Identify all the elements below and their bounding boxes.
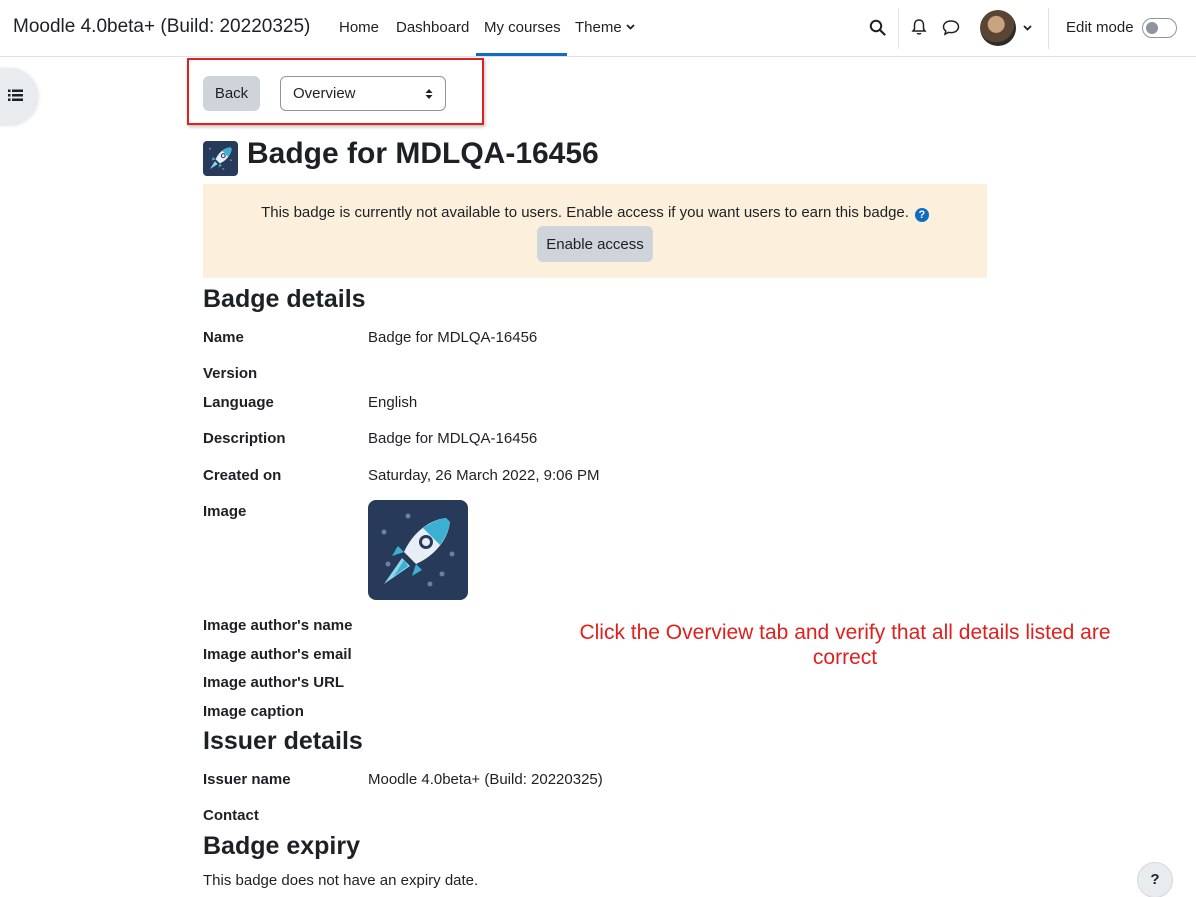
- detail-value-created-on: Saturday, 26 March 2022, 9:06 PM: [368, 467, 600, 484]
- nav-home[interactable]: Home: [339, 19, 379, 36]
- detail-label-image-author-name: Image author's name: [203, 617, 353, 634]
- toggle-knob: [1146, 22, 1158, 34]
- alert-message: This badge is currently not available to…: [203, 204, 987, 222]
- nav-dashboard[interactable]: Dashboard: [396, 19, 469, 36]
- back-button[interactable]: Back: [203, 76, 260, 111]
- nav-divider: [1048, 8, 1049, 49]
- nav-active-indicator: [476, 53, 567, 56]
- detail-label-image: Image: [203, 503, 247, 520]
- edit-mode-label: Edit mode: [1066, 19, 1134, 36]
- detail-label-name: Name: [203, 329, 244, 346]
- detail-value-language: English: [368, 394, 418, 411]
- issuer-label-name: Issuer name: [203, 771, 291, 788]
- detail-label-image-caption: Image caption: [203, 703, 304, 720]
- badge-expiry-heading: Badge expiry: [203, 832, 361, 860]
- badge-details-heading: Badge details: [203, 285, 366, 313]
- nav-theme[interactable]: Theme: [575, 19, 635, 36]
- view-select[interactable]: Overview: [280, 76, 446, 111]
- bell-icon[interactable]: [911, 18, 927, 36]
- detail-label-language: Language: [203, 394, 274, 411]
- avatar[interactable]: [980, 10, 1016, 46]
- sort-arrows-icon: [425, 89, 433, 99]
- detail-value-name: Badge for MDLQA-16456: [368, 329, 538, 346]
- badge-thumbnail: [203, 141, 238, 176]
- chat-icon[interactable]: [942, 19, 960, 36]
- page-help-button[interactable]: ?: [1137, 862, 1173, 897]
- course-index-toggle[interactable]: [0, 68, 38, 124]
- issuer-details-heading: Issuer details: [203, 727, 363, 755]
- enable-access-button[interactable]: Enable access: [537, 226, 653, 262]
- help-icon[interactable]: ?: [914, 208, 929, 222]
- issuer-label-contact: Contact: [203, 807, 259, 824]
- nav-my-courses[interactable]: My courses: [484, 19, 561, 36]
- nav-theme-label: Theme: [575, 19, 622, 36]
- annotation-instruction: Click the Overview tab and verify that a…: [579, 621, 1111, 669]
- edit-mode-toggle[interactable]: [1142, 18, 1177, 38]
- badge-image: [368, 500, 468, 600]
- detail-label-image-author-url: Image author's URL: [203, 674, 345, 691]
- site-brand[interactable]: Moodle 4.0beta+ (Build: 20220325): [13, 16, 310, 38]
- view-select-value: Overview: [293, 85, 356, 102]
- rocket-icon: [208, 147, 233, 171]
- detail-value-description: Badge for MDLQA-16456: [368, 430, 538, 447]
- detail-label-created-on: Created on: [203, 467, 282, 484]
- page-title: Badge for MDLQA-16456: [247, 137, 599, 170]
- nav-divider: [898, 8, 899, 49]
- search-icon[interactable]: [869, 19, 886, 36]
- rocket-icon: [381, 513, 455, 587]
- availability-alert: This badge is currently not available to…: [203, 184, 987, 278]
- detail-label-version: Version: [203, 365, 258, 382]
- detail-label-description: Description: [203, 430, 286, 447]
- alert-message-text: This badge is currently not available to…: [261, 204, 909, 221]
- navbar: Moodle 4.0beta+ (Build: 20220325) Home D…: [0, 0, 1196, 57]
- list-icon: [8, 89, 23, 101]
- badge-expiry-text: This badge does not have an expiry date.: [203, 872, 479, 889]
- issuer-value-name: Moodle 4.0beta+ (Build: 20220325): [368, 771, 603, 788]
- chevron-down-icon: [626, 24, 635, 30]
- chevron-down-icon[interactable]: [1023, 25, 1032, 31]
- detail-label-image-author-email: Image author's email: [203, 646, 352, 663]
